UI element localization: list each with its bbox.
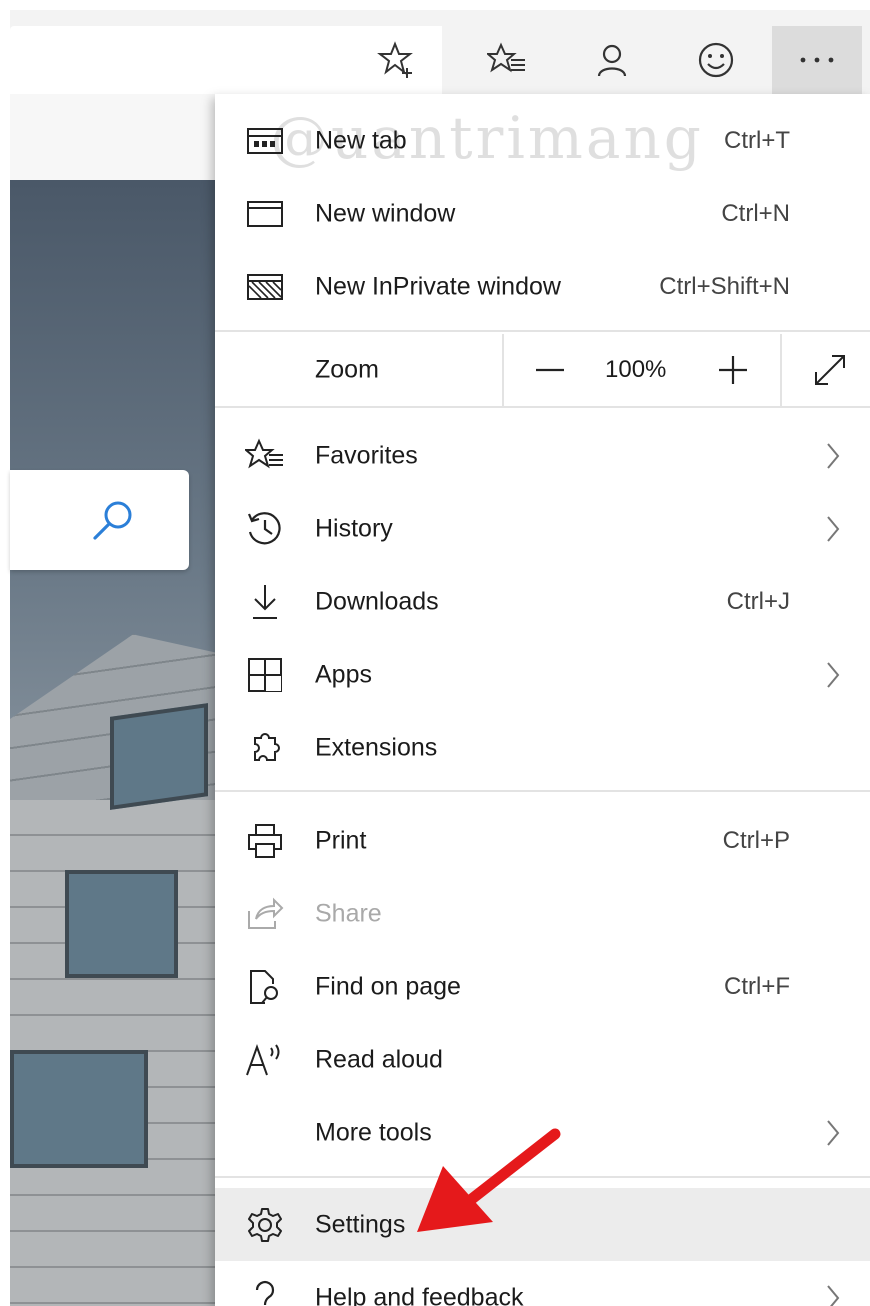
apps-icon — [243, 653, 287, 697]
profile-icon — [597, 44, 627, 77]
new-tab-icon — [243, 119, 287, 163]
menu-item-extensions[interactable]: Extensions — [215, 711, 870, 784]
menu-item-history[interactable]: History — [215, 492, 870, 565]
menu-item-label: Print — [315, 826, 367, 854]
menu-item-label: New InPrivate window — [315, 272, 561, 300]
menu-item-label: Share — [315, 899, 382, 927]
plus-icon — [719, 356, 747, 384]
menu-item-label: Extensions — [315, 733, 438, 761]
share-icon — [243, 892, 287, 936]
menu-item-favorites[interactable]: Favorites — [215, 419, 870, 492]
menu-item-label: New window — [315, 199, 456, 227]
printer-icon — [243, 819, 287, 863]
chevron-right-icon — [827, 1284, 840, 1306]
menu-item-new-window[interactable]: New window Ctrl+N — [215, 177, 870, 250]
zoom-divider — [780, 334, 782, 406]
full-screen-icon — [815, 355, 845, 385]
find-icon — [243, 965, 287, 1009]
menu-separator — [215, 406, 870, 408]
download-icon — [243, 580, 287, 624]
favorites-button[interactable] — [462, 26, 552, 94]
chevron-right-icon — [827, 515, 840, 542]
zoom-label: Zoom — [315, 355, 379, 384]
gear-icon — [243, 1203, 287, 1247]
search-icon[interactable] — [90, 498, 136, 544]
feedback-button[interactable] — [671, 26, 761, 94]
menu-item-find-on-page[interactable]: Find on page Ctrl+F — [215, 950, 870, 1023]
menu-item-label: Settings — [315, 1210, 406, 1238]
zoom-out-button[interactable] — [510, 334, 590, 406]
profile-button[interactable] — [567, 26, 657, 94]
window-icon — [243, 192, 287, 236]
chevron-right-icon — [827, 661, 840, 688]
red-arrow-annotation — [417, 1128, 561, 1232]
building-window — [10, 1050, 148, 1168]
page-header-strip — [10, 94, 215, 181]
menu-item-label: Apps — [315, 660, 372, 688]
menu-item-label: Read aloud — [315, 1045, 443, 1073]
more-options-button[interactable] — [772, 26, 862, 94]
menu-item-new-inprivate-window[interactable]: New InPrivate window Ctrl+Shift+N — [215, 250, 870, 323]
browser-window: @uantrimang New tab Ctrl+T New window Ct… — [0, 0, 870, 1306]
building-window — [65, 870, 178, 978]
menu-item-label: New tab — [315, 126, 407, 154]
menu-item-shortcut: Ctrl+J — [726, 587, 790, 615]
menu-separator — [215, 790, 870, 792]
history-icon — [243, 507, 287, 551]
menu-item-label: History — [315, 514, 393, 542]
full-screen-button[interactable] — [790, 334, 870, 406]
favorites-icon — [243, 434, 287, 478]
menu-item-shortcut: Ctrl+Shift+N — [659, 272, 790, 300]
chevron-right-icon — [827, 1119, 840, 1146]
menu-item-new-tab[interactable]: New tab Ctrl+T — [215, 104, 870, 177]
background-image — [10, 180, 215, 1306]
menu-item-shortcut: Ctrl+P — [722, 826, 790, 854]
more-options-icon — [800, 57, 834, 63]
menu-item-shortcut: Ctrl+T — [724, 126, 790, 154]
zoom-control: Zoom 100% — [215, 334, 870, 406]
read-aloud-icon — [243, 1038, 287, 1082]
menu-item-print[interactable]: Print Ctrl+P — [215, 804, 870, 877]
menu-item-share: Share — [215, 877, 870, 950]
inprivate-icon — [243, 265, 287, 309]
menu-item-downloads[interactable]: Downloads Ctrl+J — [215, 565, 870, 638]
menu-item-shortcut: Ctrl+F — [724, 972, 790, 1000]
help-icon — [243, 1276, 287, 1306]
menu-separator — [215, 330, 870, 332]
menu-item-help-and-feedback[interactable]: Help and feedback — [215, 1261, 870, 1306]
feedback-smiley-icon — [698, 42, 734, 78]
favorites-list-icon — [487, 42, 525, 73]
menu-item-apps[interactable]: Apps — [215, 638, 870, 711]
menu-item-label: Favorites — [315, 441, 418, 469]
add-favorite-button[interactable] — [352, 26, 442, 94]
add-favorite-icon — [377, 41, 413, 78]
menu-item-read-aloud[interactable]: Read aloud — [215, 1023, 870, 1096]
building-window — [110, 703, 208, 810]
menu-item-label: Help and feedback — [315, 1283, 524, 1306]
minus-icon — [536, 368, 564, 372]
menu-item-label: Downloads — [315, 587, 439, 615]
zoom-level: 100% — [605, 356, 667, 383]
menu-item-shortcut: Ctrl+N — [721, 199, 790, 227]
menu-item-label: Find on page — [315, 972, 461, 1000]
search-box[interactable] — [10, 470, 189, 570]
zoom-divider — [502, 334, 504, 406]
zoom-in-button[interactable] — [693, 334, 773, 406]
chevron-right-icon — [827, 442, 840, 469]
puzzle-icon — [243, 726, 287, 770]
